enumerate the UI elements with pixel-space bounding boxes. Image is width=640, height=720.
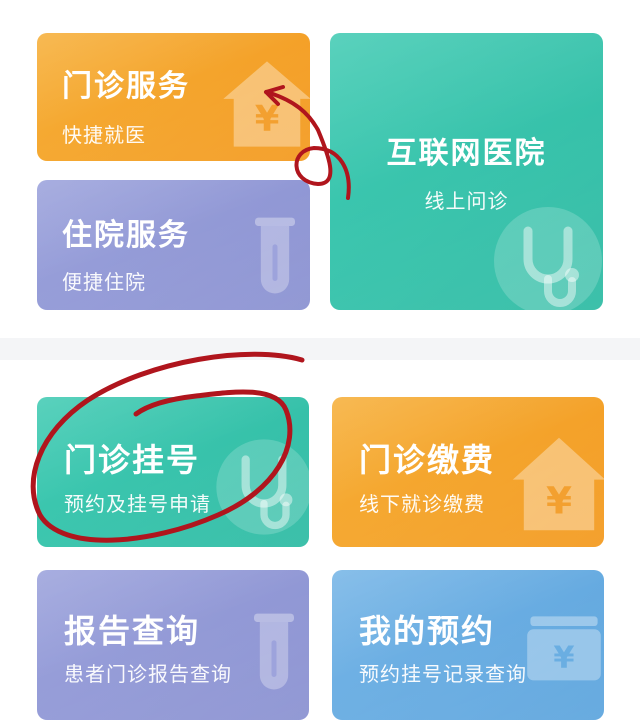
card-title: 报告查询 xyxy=(64,612,201,650)
house-yuan-icon: ¥ xyxy=(223,61,310,147)
outpatient-registration-card[interactable]: 门诊挂号 预约及挂号申请 xyxy=(37,397,309,547)
internet-hospital-card[interactable]: 互联网医院 线上问诊 xyxy=(330,33,603,310)
svg-text:¥: ¥ xyxy=(255,99,280,140)
quick-actions-section: 门诊挂号 预约及挂号申请 门诊缴费 线下就诊缴费 ¥ 报告查询 患者门诊报告查询 xyxy=(0,360,640,720)
card-title: 互联网医院 xyxy=(386,136,547,171)
card-subtitle: 快捷就医 xyxy=(62,123,146,147)
card-subtitle: 预约挂号记录查询 xyxy=(359,662,527,686)
card-title: 住院服务 xyxy=(62,218,190,253)
card-subtitle: 便捷住院 xyxy=(62,270,146,294)
section-divider xyxy=(0,338,640,360)
card-subtitle: 线上问诊 xyxy=(424,189,509,213)
card-subtitle: 患者门诊报告查询 xyxy=(64,662,232,686)
card-title: 我的预约 xyxy=(359,612,496,650)
my-appointments-card[interactable]: 我的预约 预约挂号记录查询 ¥ xyxy=(332,570,604,720)
card-title: 门诊挂号 xyxy=(64,441,201,479)
svg-text:¥: ¥ xyxy=(553,641,574,676)
card-subtitle: 线下就诊缴费 xyxy=(359,492,485,516)
stethoscope-icon xyxy=(494,207,602,310)
card-subtitle: 预约及挂号申请 xyxy=(64,492,211,516)
house-yuan-icon: ¥ xyxy=(512,437,604,531)
test-tube-icon xyxy=(255,217,295,294)
test-tube-icon xyxy=(254,613,294,690)
card-title: 门诊缴费 xyxy=(359,441,496,479)
card-title: 门诊服务 xyxy=(62,69,190,104)
outpatient-service-card[interactable]: 门诊服务 快捷就医 ¥ xyxy=(37,33,310,161)
inpatient-service-card[interactable]: 住院服务 便捷住院 xyxy=(37,180,310,310)
stethoscope-icon xyxy=(216,439,309,535)
wallet-yuan-icon: ¥ xyxy=(527,616,601,681)
services-section: 门诊服务 快捷就医 ¥ 住院服务 便捷住院 互联网医院 线上问诊 xyxy=(0,0,640,338)
outpatient-payment-card[interactable]: 门诊缴费 线下就诊缴费 ¥ xyxy=(332,397,604,547)
svg-text:¥: ¥ xyxy=(546,479,572,523)
report-query-card[interactable]: 报告查询 患者门诊报告查询 xyxy=(37,570,309,720)
